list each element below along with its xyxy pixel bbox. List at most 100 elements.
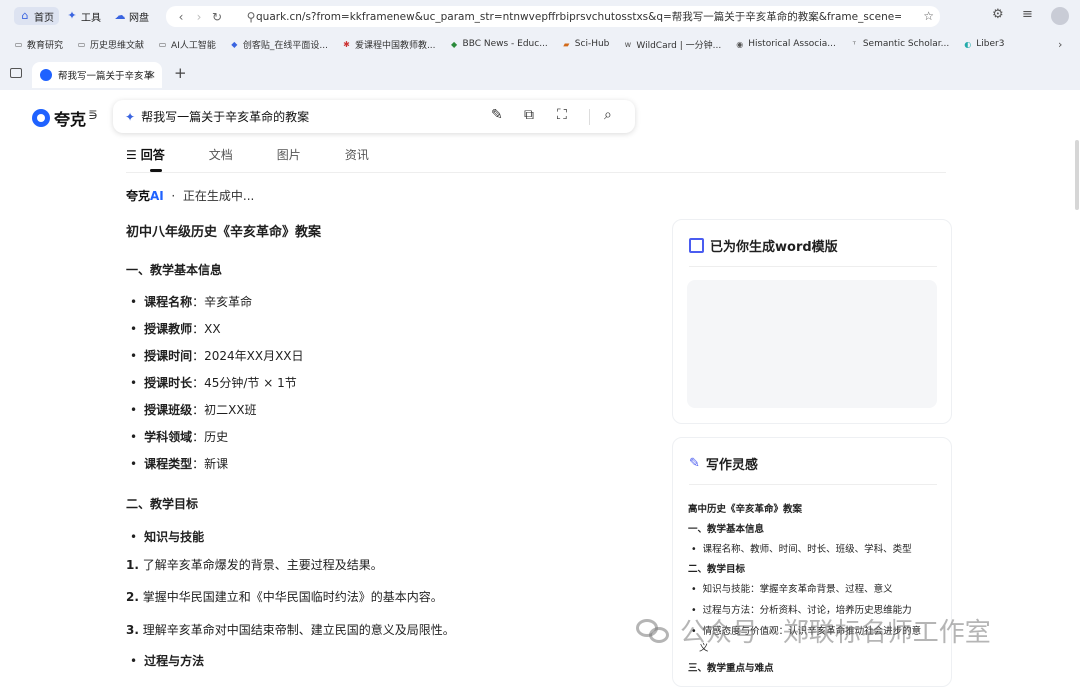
scrollbar[interactable] — [1075, 140, 1079, 210]
reload-icon[interactable]: ↻ — [208, 10, 226, 24]
inspiration-line: 一、教学基本信息 — [688, 524, 765, 535]
bookmark-favicon-icon: w — [624, 39, 632, 49]
bookmark-item[interactable]: ✱ 爱课程中国教师教... — [342, 38, 435, 51]
list-item: 学科领域：历史 — [130, 428, 228, 445]
bookmark-item[interactable]: ◐ Liber3 — [963, 39, 1004, 49]
folder-icon: ▭ — [14, 39, 23, 49]
site-settings-icon[interactable]: ⚲ — [242, 10, 260, 24]
card-title: ✎ 写作灵感 — [689, 456, 758, 473]
nav-cloud-button[interactable]: ☁ 网盘 — [114, 7, 150, 25]
inspiration-line: 二、教学目标 — [688, 564, 746, 575]
cloud-icon: ☁ — [114, 9, 126, 22]
bookmark-item[interactable]: ▭ 历史思维文献 — [77, 38, 144, 51]
tab-images[interactable]: 图片 — [277, 146, 301, 163]
url-text[interactable]: quark.cn/s?from=kkframenew&uc_param_str=… — [256, 9, 901, 24]
home-icon: ⌂ — [21, 9, 29, 22]
numbered-item: 1. 了解辛亥革命爆发的背景、主要过程及结果。 — [126, 558, 383, 572]
bookmarks-overflow-icon[interactable]: › — [1058, 38, 1062, 51]
folder-icon: ▭ — [158, 39, 167, 49]
close-tab-icon[interactable]: × — [147, 68, 156, 81]
copy-icon[interactable]: ⧉ — [524, 107, 534, 123]
bookmarks-bar: ▭ 教育研究 ▭ 历史思维文献 ▭ AI人工智能 ◆ 创客贴_在线平面设... ✱ 爱课程… — [0, 34, 1080, 54]
bookmark-item[interactable]: ᵀ Semantic Scholar... — [850, 39, 949, 49]
sidebar-toggle-icon[interactable] — [10, 68, 22, 78]
collapse-menu-icon[interactable]: ⋾ — [88, 108, 98, 124]
back-icon[interactable]: ‹ — [172, 10, 190, 24]
magic-pen-icon[interactable]: ✎ — [491, 107, 503, 123]
tools-icon: ✦ — [67, 9, 77, 22]
numbered-item: 3. 理解辛亥革命对中国结束帝制、建立民国的意义及局限性。 — [126, 623, 455, 637]
browser-tab[interactable]: 帮我写一篇关于辛亥革 × — [32, 62, 162, 88]
quark-logo[interactable]: 夸克 — [32, 106, 86, 130]
wechat-icon — [636, 617, 670, 645]
template-preview[interactable] — [687, 280, 937, 408]
bookmark-favicon-icon: ▰ — [563, 39, 570, 49]
bookmark-item[interactable]: ▭ 教育研究 — [14, 38, 63, 51]
pen-icon: ✎ — [689, 456, 700, 471]
inspiration-line: 知识与技能：掌握辛亥革命背景、过程、意义 — [691, 581, 893, 595]
section-heading: 一、教学基本信息 — [126, 263, 223, 277]
bookmark-favicon-icon: ◆ — [231, 39, 238, 49]
address-bar[interactable]: ‹ › ↻ ⚲ quark.cn/s?from=kkframenew&uc_pa… — [166, 6, 940, 27]
watermark: 公众号 · 郑联标名师工作室 — [636, 612, 991, 649]
list-icon: ☰ — [126, 148, 137, 162]
bookmark-favicon-icon: ◐ — [964, 39, 972, 49]
logo-icon — [32, 109, 50, 127]
result-tabs: ☰ 回答 文档 图片 资讯 — [126, 146, 413, 163]
section-heading: 二、教学目标 — [126, 497, 199, 511]
numbered-item: 2. 掌握中华民国建立和《中华民国临时约法》的基本内容。 — [126, 590, 443, 604]
inspiration-line: 三、教学重点与难点 — [688, 663, 774, 674]
list-item: 课程类型：新课 — [130, 455, 228, 472]
tab-answer[interactable]: ☰ 回答 — [126, 146, 165, 163]
bookmark-item[interactable]: ▭ AI人工智能 — [158, 38, 216, 51]
ai-status-line: 夸克AI · 正在生成中... — [126, 189, 255, 203]
list-item: 知识与技能 — [130, 528, 204, 545]
bookmark-favicon-icon: ✱ — [343, 39, 350, 49]
list-item: 授课班级：初二XX班 — [130, 401, 256, 418]
menu-icon[interactable]: ≡ — [1022, 7, 1033, 22]
tab-news[interactable]: 资讯 — [345, 146, 369, 163]
list-item: 过程与方法 — [130, 652, 204, 669]
word-doc-icon — [689, 238, 704, 253]
search-input[interactable]: 帮我写一篇关于辛亥革命的教案 — [141, 108, 309, 125]
browser-toolbar: ⌂ 首页 ✦ 工具 ☁ 网盘 ‹ › ↻ ⚲ quark.cn/s?from=kkfr… — [0, 0, 1080, 32]
divider — [589, 109, 590, 125]
list-item: 授课时间：2024年XX月XX日 — [130, 347, 303, 364]
extensions-icon[interactable]: ⚙ — [992, 7, 1004, 22]
bookmark-favicon-icon: ◉ — [736, 39, 744, 49]
bookmark-favicon-icon: ◆ — [450, 39, 458, 49]
quark-favicon-icon — [40, 69, 52, 81]
bookmark-star-icon[interactable]: ☆ — [923, 9, 934, 23]
writing-inspiration-card[interactable]: ✎写作灵感 高中历史《辛亥革命》教案 一、教学基本信息 课程名称、教师、时间、时… — [672, 437, 952, 687]
card-title: 已为你生成word模版 — [689, 236, 838, 255]
bookmark-favicon-icon: ᵀ — [852, 39, 856, 49]
word-template-card[interactable]: 已为你生成word模版 — [672, 219, 952, 424]
browser-chrome: ⌂ 首页 ✦ 工具 ☁ 网盘 ‹ › ↻ ⚲ quark.cn/s?from=kkfr… — [0, 0, 1080, 90]
bookmark-item[interactable]: ◆ 创客贴_在线平面设... — [230, 38, 328, 51]
divider — [689, 484, 937, 485]
forward-icon[interactable]: › — [190, 10, 208, 24]
divider — [689, 266, 937, 267]
tab-strip: 帮我写一篇关于辛亥革 × + — [0, 60, 1080, 90]
search-icon[interactable]: ⌕ — [604, 107, 612, 123]
bookmark-item[interactable]: ◆ BBC News - Educ... — [450, 39, 548, 49]
search-box[interactable]: ✦ 帮我写一篇关于辛亥革命的教案 ✎ ⧉ ⛶ ⌕ — [113, 100, 635, 133]
list-item: 授课教师：XX — [130, 320, 220, 337]
list-item: 课程名称：辛亥革命 — [130, 293, 252, 310]
nav-home-button[interactable]: ⌂ 首页 — [14, 7, 59, 25]
list-item: 授课时长：45分钟/节 × 1节 — [130, 374, 297, 391]
divider — [126, 172, 946, 173]
folder-icon: ▭ — [77, 39, 86, 49]
nav-tools-button[interactable]: ✦ 工具 — [66, 7, 101, 25]
inspiration-line: 高中历史《辛亥革命》教案 — [688, 504, 803, 515]
new-tab-icon[interactable]: + — [174, 64, 187, 82]
inspiration-line: 课程名称、教师、时间、时长、班级、学科、类型 — [691, 541, 912, 555]
bookmark-item[interactable]: ▰ Sci-Hub — [562, 39, 609, 49]
screenshot-icon[interactable]: ⛶ — [557, 107, 567, 123]
tab-docs[interactable]: 文档 — [209, 146, 233, 163]
bookmark-item[interactable]: w WildCard | 一分钟... — [623, 38, 722, 51]
bookmark-item[interactable]: ◉ Historical Associa... — [735, 39, 836, 49]
doc-title: 初中八年级历史《辛亥革命》教案 — [126, 225, 322, 240]
ai-sparkle-icon: ✦ — [125, 109, 136, 124]
avatar[interactable] — [1051, 7, 1069, 25]
